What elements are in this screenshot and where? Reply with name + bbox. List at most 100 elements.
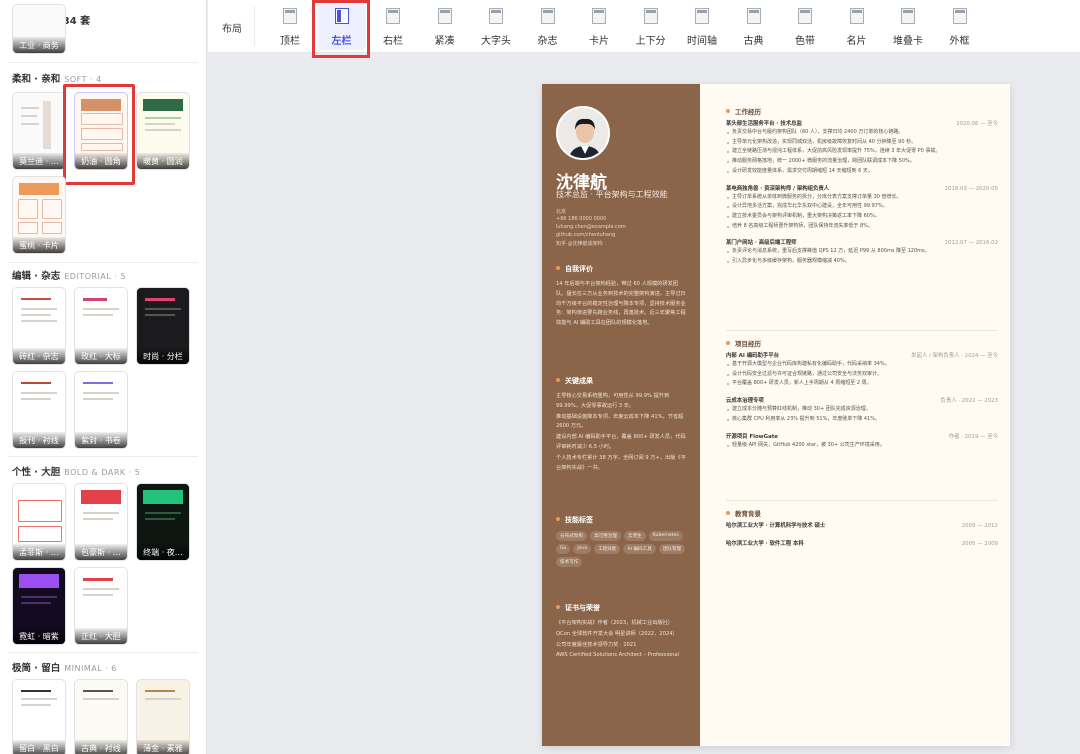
preset-card-fashion[interactable]: 时尚 · 分栏 [136,287,190,365]
preset-card-rose[interactable]: 玫红 · 大标 [74,287,128,365]
section-title-editorial: 编辑 · 杂志 EDITORIAL · 5 [12,268,126,282]
divider [8,262,198,263]
card-line [21,320,57,322]
resume-entry: 哈尔滨工业大学 · 计算机科学与技术 硕士 2009 — 2012 [726,522,998,530]
preset-card-warm-yellow[interactable]: 暖黄 · 圆润 [136,92,190,170]
layout-thumbnail-bar [491,10,501,13]
card-header [143,99,183,111]
entry-header: 云成本治理专项 负责人 · 2022 — 2023 [726,397,998,405]
layout-thumbnail-icon [386,8,400,24]
resume-entry: 某电商独角兽 · 资深架构师 / 架构组负责人 2016.03 — 2020.05… [726,185,998,232]
contact-github: github.com/chenluhang [556,232,616,238]
preset-card-pure-red[interactable]: 正红 · 大胆 [74,567,128,645]
layout-option[interactable]: 顶栏 [266,4,314,50]
certificates-list: 《平台架构实战》作者（2023，机械工业出版社） QCon 全球软件开发大会 明… [556,619,688,662]
layout-option[interactable]: 卡片 [575,4,623,50]
contact-phone: +86 186 0000 0000 [556,216,607,222]
entry-bullet: 设计异地多活方案，完成华北华东双中心建设，全年可用性 99.97%。 [726,202,998,212]
entry-title: 某门户网站 · 高级后端工程师 [726,240,797,247]
divider [726,330,998,331]
card-line [83,308,119,310]
preset-card-newspaper[interactable]: 报刊 · 衬线 [12,371,66,449]
card-line [21,602,51,604]
entry-bullet: 设计研发效能度量体系，需求交付周期缩短 14 天缩短到 6 天。 [726,167,998,177]
layout-thumbnail-bar [851,10,862,13]
preset-card-terminal[interactable]: 终端 · 夜… [136,483,190,561]
preset-card-thin-gold[interactable]: 薄金 · 素雅 [136,679,190,754]
preset-card-neon[interactable]: 霓虹 · 暗紫 [12,567,66,645]
preset-card-memphis[interactable]: 孟菲斯 · … [12,483,66,561]
card-line [21,298,51,300]
layout-option[interactable]: 上下分 [627,4,675,50]
layout-thumbnail-bar [748,10,759,13]
avatar [556,106,610,160]
entry-header: 哈尔滨工业大学 · 软件工程 本科 2005 — 2009 [726,540,998,548]
layout-thumbnail-icon [798,8,812,24]
skill-tag: 团队管理 [658,544,686,554]
preset-card-peach[interactable]: 蜜桃 · 卡片 [12,176,66,254]
entry-header: 某电商独角兽 · 资深架构师 / 架构组负责人 2016.03 — 2020.05 [726,185,998,193]
card-line [83,698,119,700]
layout-option[interactable]: 杂志 [524,4,572,50]
achievements-list: 主导核心交易系统重构，可用性从 99.9% 提升到 99.99%，大促零事故运行… [556,392,688,474]
avatar-portrait-icon [558,108,608,158]
section-name: 极简 · 留白 [12,663,61,674]
list-item: 公司年度最佳技术领导力奖 · 2021 [556,641,637,648]
layout-option[interactable]: 堆叠卡 [884,4,932,50]
preset-card-morandi[interactable]: 莫兰迪 · … [12,92,66,170]
layout-option[interactable]: 右栏 [369,4,417,50]
entry-bullet: 推动服务网格落地，统一 2000+ 微服务的流量治理，跨团队联调成本下降 50%… [726,157,998,167]
layout-thumbnail-icon [901,8,915,24]
list-item: 建设内部 AI 编码助手平台，覆盖 800+ 研发人员，代码评审耗时减少 6.5… [556,434,686,450]
entry-bullet: 轻量级 API 网关，GitHub 4200 star，被 30+ 公司生产环境… [726,441,998,451]
layout-thumbnail-bar [388,10,398,13]
layout-option[interactable]: 大字头 [472,4,520,50]
layout-thumbnail-icon [643,8,658,24]
entry-date: 2005 — 2009 [961,541,998,547]
resume-preview: 沈律航 技术总监 · 平台架构与工程效能 北京 +86 186 0000 000… [542,84,1010,746]
preset-card-label: 时尚 · 分栏 [137,348,189,364]
section-name: 柔和 · 亲和 [12,74,61,85]
preset-card-classic-serif[interactable]: 古典 · 衬线 [74,679,128,754]
entry-date: 发起人 / 架构负责人 · 2024 — 至今 [911,353,998,359]
preset-card-bauhaus[interactable]: 包豪斯 · … [74,483,128,561]
section-name: 个性 · 大胆 [12,467,61,478]
preset-card-industrial[interactable]: 工业 · 商务 [12,4,66,54]
layout-thumbnail-bar [697,10,707,13]
layout-option[interactable]: 外框 [936,4,984,50]
layout-option-label: 古典 [743,36,764,47]
preset-card-whitespace[interactable]: 留白 · 黑白 [12,679,66,754]
layout-option-label: 名片 [846,36,867,47]
preset-card-label: 莫兰迪 · … [13,153,65,169]
layout-option[interactable]: 时间轴 [678,4,726,50]
card-header [19,574,59,588]
layout-option[interactable]: 紧凑 [421,4,469,50]
card-line [83,690,113,692]
skill-tag: AI 编码工具 [623,544,656,554]
section-en: EDITORIAL · 5 [64,272,127,281]
layout-thumbnail-icon [489,8,503,24]
layout-thumbnail-bar [542,10,553,13]
resume-entry: 内部 AI 编码助手平台 发起人 / 架构负责人 · 2024 — 至今 基于开源大… [726,352,998,389]
preset-card-brick-red[interactable]: 砖红 · 杂志 [12,287,66,365]
skill-tag: Go [556,544,571,554]
layout-option[interactable]: 色带 [781,4,829,50]
layout-option[interactable]: 名片 [833,4,881,50]
preset-card-label: 报刊 · 衬线 [13,432,65,448]
entry-bullet: 培养 8 名高级工程师晋升架构师，团队保持年流失率低于 8%。 [726,222,998,232]
entry-date: 2012.07 — 2016.02 [944,240,998,247]
resume-entry: 某门户网站 · 高级后端工程师 2012.07 — 2016.02 负责评论与消息系… [726,239,998,266]
preset-card-purple[interactable]: 紫封 · 书卷 [74,371,128,449]
list-item: 个人技术专栏累计 38 万字，全网订阅 9 万+，出版《平台架构实战》一书。 [556,454,686,471]
entry-date: 负责人 · 2022 — 2023 [940,398,998,405]
preset-card-label: 薄金 · 素雅 [137,740,189,754]
resume-title: 技术总监 · 平台架构与工程效能 [556,190,668,199]
entry-header: 内部 AI 编码助手平台 发起人 / 架构负责人 · 2024 — 至今 [726,352,998,360]
entry-header: 开源项目 FlowGate 作者 · 2019 — 至今 [726,433,998,441]
entry-title: 内部 AI 编码助手平台 [726,353,780,359]
list-item: 推动基础设施降本专项，年度云成本下降 41%，节省超 2600 万元。 [556,413,684,430]
layout-option-label: 大字头 [481,36,511,47]
preset-card-label: 蜜桃 · 卡片 [13,237,65,253]
layout-option[interactable]: 古典 [730,4,778,50]
divider [254,6,255,46]
